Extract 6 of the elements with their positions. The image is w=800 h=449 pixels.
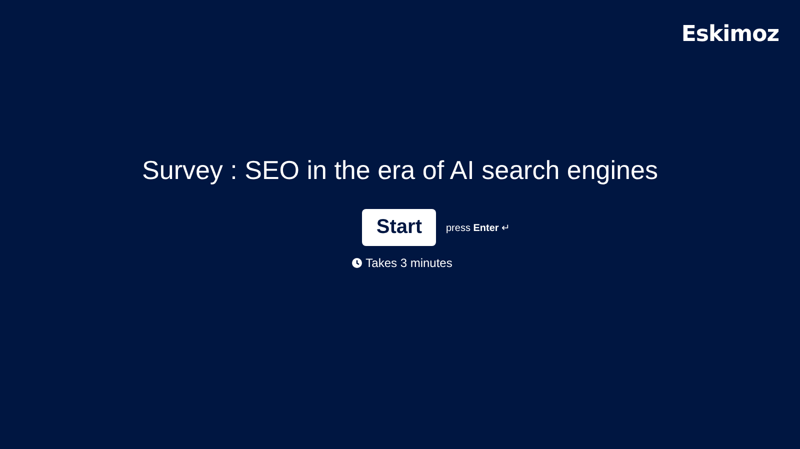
logo: Eskimoz <box>681 22 779 47</box>
clock-icon <box>352 258 362 268</box>
duration-text: Takes 3 minutes <box>366 256 452 270</box>
start-button[interactable]: Start <box>362 209 436 246</box>
key-hint: press Enter ↵ <box>446 222 510 234</box>
survey-title: Survey : SEO in the era of AI search engines <box>142 155 658 186</box>
